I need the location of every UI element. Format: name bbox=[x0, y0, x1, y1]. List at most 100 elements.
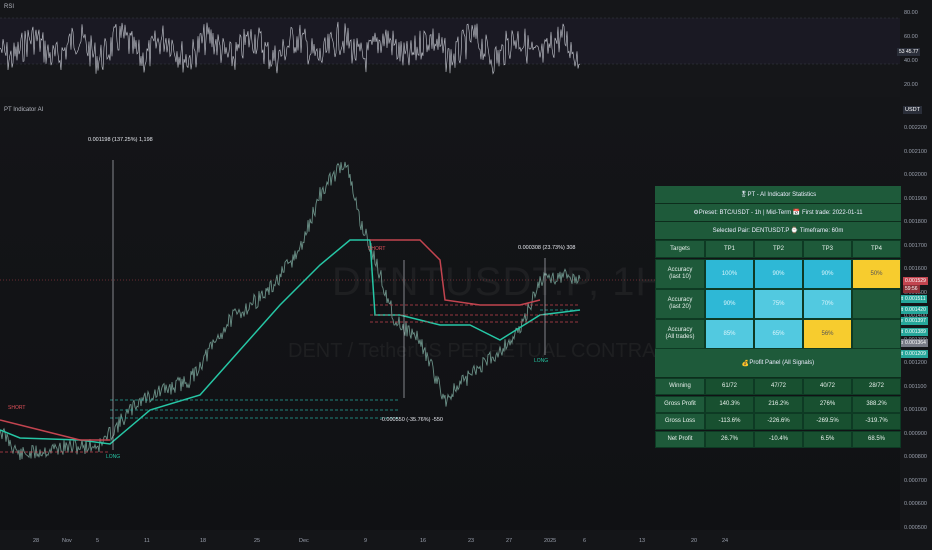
stats-column-headers: Targets TP1 TP2 TP3 TP4 bbox=[655, 240, 901, 258]
accuracy-label: Accuracy (last 20) bbox=[655, 289, 705, 319]
accuracy-row: Accuracy (last 20) 90% 75% 70% bbox=[655, 289, 901, 319]
stats-preset-text: Preset: BTC/USDT - 1h | Mid-Term 📅 First… bbox=[698, 210, 863, 216]
price-axis-label: 0.000600 bbox=[904, 501, 927, 507]
measure-up-label: 0.001198 (137.25%) 1,198 bbox=[88, 137, 153, 143]
price-axis-label: 0.001700 bbox=[904, 242, 927, 249]
price-axis-label: 0.002100 bbox=[904, 148, 927, 155]
trailing-long-line bbox=[0, 239, 581, 445]
profit-cell: 216.2% bbox=[754, 395, 803, 413]
time-axis-label: 27 bbox=[506, 538, 513, 544]
profit-panel-title: 💰 Profit Panel (All Signals) bbox=[655, 349, 901, 378]
accuracy-cell: 70% bbox=[803, 289, 852, 319]
price-axis-label: 0.001800 bbox=[904, 219, 927, 225]
accuracy-row: Accuracy (last 10) 100% 90% 90% 50% bbox=[655, 259, 901, 289]
short-signal-label: SHORT bbox=[8, 405, 26, 411]
stats-preset: ⚙ Preset: BTC/USDT - 1h | Mid-Term 📅 Firs… bbox=[655, 204, 901, 222]
time-axis-label: 16 bbox=[420, 538, 427, 544]
profit-cell: -10.4% bbox=[754, 430, 803, 448]
profit-row: Net Profit 26.7% -10.4% 6.5% 68.5% bbox=[655, 430, 901, 448]
time-axis-label: Nov bbox=[62, 538, 72, 544]
tp-price-tag: 0.001389 bbox=[903, 328, 928, 336]
profit-cell: 276% bbox=[803, 395, 852, 413]
price-axis-label: 0.001200 bbox=[904, 360, 927, 366]
profit-label: Net Profit bbox=[655, 430, 705, 448]
rsi-axis-label: 20.00 bbox=[904, 82, 918, 88]
rsi-pane[interactable]: RSI bbox=[0, 0, 900, 97]
currency-label[interactable]: USDT bbox=[903, 106, 922, 114]
price-axis-label: 0.002200 bbox=[904, 125, 927, 131]
profit-cell: 28/72 bbox=[852, 378, 901, 395]
short-signal-label-2: SHORT bbox=[368, 246, 386, 252]
profit-cell: 47/72 bbox=[754, 378, 803, 395]
price-axis-label: 0.000700 bbox=[904, 477, 927, 484]
profit-cell: 26.7% bbox=[705, 430, 754, 448]
profit-cell: 40/72 bbox=[803, 378, 852, 395]
profit-title-text: Profit Panel (All Signals) bbox=[749, 360, 815, 366]
stats-pair: Selected Pair: DENTUSDT.P ⌚ Timeframe: 6… bbox=[655, 222, 901, 240]
rsi-axis-label: 80.00 bbox=[904, 10, 918, 16]
time-axis-label: 25 bbox=[254, 538, 261, 544]
price-axis-label: 0.000800 bbox=[904, 454, 927, 460]
stats-column-header: TP2 bbox=[754, 240, 803, 258]
price-axis-label: 0.001600 bbox=[904, 266, 927, 272]
long-signal-label: LONG bbox=[106, 454, 121, 460]
stats-column-header: TP3 bbox=[803, 240, 852, 258]
time-axis-label: 18 bbox=[200, 538, 207, 544]
tp-price-tag: 0.001364 bbox=[903, 339, 928, 347]
accuracy-cell: 90% bbox=[705, 289, 754, 319]
tp-price-tag: 0.001397 bbox=[903, 317, 928, 325]
profit-cell: -269.5% bbox=[803, 413, 852, 430]
countdown-tag: 59:56 bbox=[903, 285, 920, 293]
time-axis-label: 2025 bbox=[544, 538, 557, 544]
stats-column-header: TP4 bbox=[852, 240, 901, 258]
price-axis-label: 0.001000 bbox=[904, 407, 927, 413]
accuracy-cell bbox=[852, 319, 901, 349]
profit-row: Gross Profit 140.3% 216.2% 276% 388.2% bbox=[655, 395, 901, 413]
profit-cell: -319.7% bbox=[852, 413, 901, 430]
profit-label: Gross Profit bbox=[655, 395, 705, 413]
price-axis-label: 0.001100 bbox=[904, 383, 927, 390]
time-axis[interactable]: 28 Nov 5 11 18 25 Dec 9 16 23 27 2025 6 13 20 24 bbox=[0, 530, 932, 550]
accuracy-cell: 65% bbox=[754, 319, 803, 349]
time-axis-label: 6 bbox=[583, 538, 587, 544]
profit-cell: 68.5% bbox=[852, 430, 901, 448]
time-axis-label: 5 bbox=[96, 538, 100, 544]
time-axis-label: 9 bbox=[364, 538, 368, 544]
profit-cell: -113.6% bbox=[705, 413, 754, 430]
stats-title-text: PT - AI Indicator Statistics bbox=[747, 191, 817, 198]
accuracy-cell: 56% bbox=[803, 319, 852, 349]
price-axis-label: 0.002000 bbox=[904, 172, 927, 178]
rsi-axis-label: 40.00 bbox=[904, 58, 918, 64]
time-axis-label: 24 bbox=[722, 538, 729, 544]
accuracy-cell: 85% bbox=[705, 319, 754, 349]
profit-label: Gross Loss bbox=[655, 413, 705, 430]
accuracy-cell: 90% bbox=[803, 259, 852, 289]
time-axis-label: 20 bbox=[691, 538, 698, 544]
accuracy-cell: 75% bbox=[754, 289, 803, 319]
price-axis[interactable]: 80.00 60.00 40.00 20.00 USDT 0.002200 0.0… bbox=[900, 0, 932, 531]
profit-row: Gross Loss -113.6% -226.6% -269.5% -319.7% bbox=[655, 413, 901, 430]
profit-cell: 61/72 bbox=[705, 378, 754, 395]
measure-up2-label: 0.000308 (23.73%) 308 bbox=[518, 245, 576, 251]
tp-price-tag: 0.001511 bbox=[903, 295, 928, 303]
profit-label: Winning bbox=[655, 378, 705, 395]
stats-title: 🎖 PT - AI Indicator Statistics bbox=[655, 186, 901, 204]
long-signal-label-2: LONG bbox=[534, 358, 549, 364]
current-price-tag: 0.001529 bbox=[903, 277, 928, 285]
stats-column-header: TP1 bbox=[705, 240, 754, 258]
stats-column-header: Targets bbox=[655, 240, 705, 258]
rsi-line-chart bbox=[0, 17, 900, 75]
accuracy-cell: 90% bbox=[754, 259, 803, 289]
accuracy-label: Accuracy (All trades) bbox=[655, 319, 705, 349]
accuracy-cell: 100% bbox=[705, 259, 754, 289]
rsi-value: 45.77 bbox=[905, 49, 919, 55]
time-axis-label: 23 bbox=[468, 538, 475, 544]
accuracy-cell: 50% bbox=[852, 259, 901, 289]
rsi-axis-label: 60.00 bbox=[904, 34, 918, 40]
price-axis-label: 0.001900 bbox=[904, 195, 927, 202]
time-axis-label: 28 bbox=[33, 538, 40, 544]
rsi-band bbox=[0, 18, 900, 64]
price-series bbox=[0, 161, 581, 461]
rsi-value-tag: 53 45.77 bbox=[897, 48, 921, 56]
price-axis-label: 0.000900 bbox=[904, 430, 927, 437]
